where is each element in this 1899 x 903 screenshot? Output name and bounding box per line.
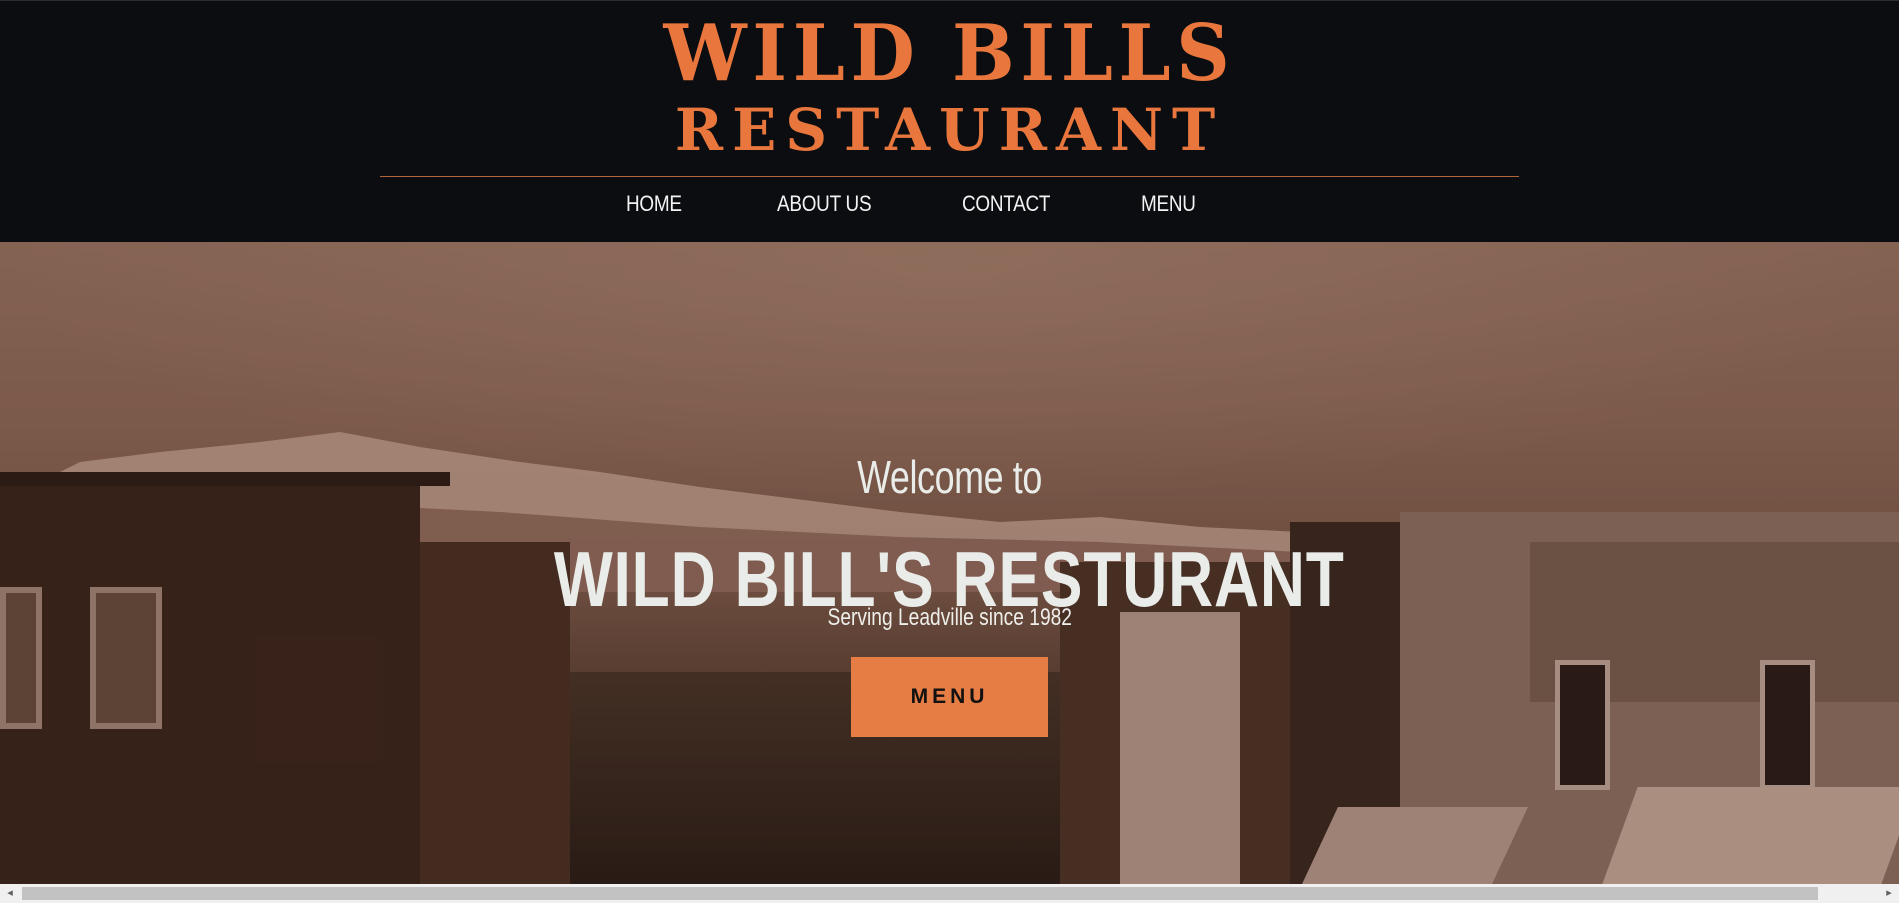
logo-line-1: WILD BILLS bbox=[663, 8, 1236, 99]
nav-about-us[interactable]: ABOUT US bbox=[777, 191, 872, 217]
site-header: WILD BILLS RESTAURANT HOME ABOUT US CONT… bbox=[0, 0, 1899, 242]
site-logo[interactable]: WILD BILLS RESTAURANT bbox=[0, 8, 1899, 164]
scroll-right-icon[interactable]: ▸ bbox=[1879, 884, 1899, 903]
main-nav: HOME ABOUT US CONTACT MENU bbox=[0, 191, 1899, 225]
nav-contact[interactable]: CONTACT bbox=[962, 191, 1050, 217]
logo-line-2: RESTAURANT bbox=[674, 96, 1225, 164]
hero-tagline: Serving Leadville since 1982 bbox=[827, 604, 1072, 631]
scroll-left-icon[interactable]: ◂ bbox=[0, 884, 20, 903]
hero-section: Welcome to WILD BILL'S RESTURANT Serving… bbox=[0, 242, 1899, 884]
welcome-text: Welcome to bbox=[857, 451, 1042, 504]
scrollbar-thumb[interactable] bbox=[22, 887, 1818, 900]
nav-divider bbox=[380, 176, 1519, 177]
menu-button[interactable]: MENU bbox=[851, 657, 1048, 737]
horizontal-scrollbar[interactable]: ◂ ▸ bbox=[0, 884, 1899, 903]
nav-menu[interactable]: MENU bbox=[1141, 191, 1196, 217]
nav-home[interactable]: HOME bbox=[626, 191, 682, 217]
